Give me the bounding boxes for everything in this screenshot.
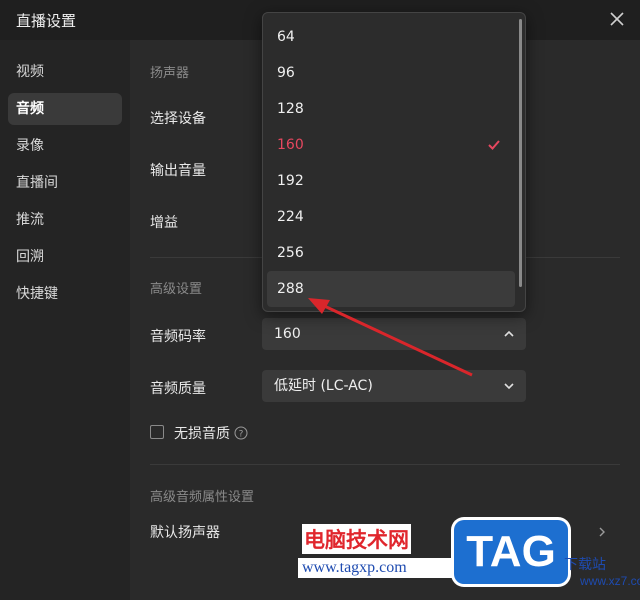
sidebar-item-label: 回溯 (16, 249, 44, 265)
sidebar-item-audio[interactable]: 音频 (8, 93, 122, 125)
option-label: 96 (277, 65, 295, 81)
dropdown-option-224[interactable]: 224 (267, 199, 515, 235)
dropdown-option-160[interactable]: 160 (267, 127, 515, 163)
dropdown-option-288[interactable]: 288 (267, 271, 515, 307)
sidebar-item-label: 直播间 (16, 175, 58, 191)
default-speaker-label[interactable]: 默认扬声器 (150, 522, 220, 542)
lossless-label: 无损音质 (174, 426, 230, 442)
output-volume-label: 输出音量 (150, 163, 206, 179)
chevron-up-icon (504, 330, 514, 337)
help-icon[interactable]: ? (234, 426, 248, 440)
option-label: 256 (277, 245, 304, 261)
option-label: 160 (277, 137, 304, 153)
dropdown-option-192[interactable]: 192 (267, 163, 515, 199)
close-icon[interactable] (606, 8, 628, 30)
bitrate-dropdown-menu: 64 96 128 160 192 224 256 288 (262, 12, 526, 312)
quality-select[interactable]: 低延时 (LC-AC) (262, 370, 526, 402)
advanced-section-title: 高级设置 (150, 282, 203, 297)
sidebar-item-label: 录像 (16, 138, 44, 154)
gain-label: 增益 (150, 215, 178, 231)
sidebar-item-label: 推流 (16, 212, 44, 228)
quality-value: 低延时 (LC-AC) (274, 378, 373, 394)
option-label: 224 (277, 209, 304, 225)
select-device-label: 选择设备 (150, 111, 206, 127)
dropdown-option-256[interactable]: 256 (267, 235, 515, 271)
sidebar-item-label: 音频 (16, 101, 44, 117)
option-label: 64 (277, 29, 295, 45)
advanced-audio-section-title: 高级音频属性设置 (150, 490, 255, 505)
chevron-down-icon (504, 383, 514, 390)
lossless-checkbox[interactable] (150, 425, 164, 439)
sidebar-item-video[interactable]: 视频 (8, 56, 122, 88)
divider (150, 464, 620, 465)
quality-label: 音频质量 (150, 381, 206, 397)
dropdown-option-96[interactable]: 96 (267, 55, 515, 91)
dropdown-scrollbar[interactable] (519, 19, 522, 287)
sidebar-item-replay[interactable]: 回溯 (8, 241, 122, 273)
dropdown-option-64[interactable]: 64 (267, 19, 515, 55)
window-title: 直播设置 (16, 12, 77, 30)
watermark-sub-text: 下载站 (564, 556, 606, 572)
sidebar-item-label: 视频 (16, 64, 44, 80)
watermark-sub-url: www.xz7.com (580, 574, 640, 588)
sidebar-item-stream[interactable]: 推流 (8, 204, 122, 236)
option-label: 128 (277, 101, 304, 117)
svg-text:?: ? (239, 430, 244, 440)
option-label: 288 (277, 281, 304, 297)
dropdown-option-128[interactable]: 128 (267, 91, 515, 127)
sidebar-item-recording[interactable]: 录像 (8, 130, 122, 162)
bitrate-select[interactable]: 160 (262, 318, 526, 350)
speaker-section-title: 扬声器 (150, 66, 190, 81)
bitrate-label: 音频码率 (150, 329, 206, 345)
check-icon (488, 140, 500, 150)
sidebar-item-label: 快捷键 (16, 286, 58, 302)
live-settings-window: 直播设置 视频 音频 录像 直播间 推流 回溯 快捷键 扬声器 选择设备 输出音… (0, 0, 640, 600)
watermark-site-url: www.tagxp.com (298, 558, 456, 578)
option-label: 192 (277, 173, 304, 189)
sidebar-item-live-room[interactable]: 直播间 (8, 167, 122, 199)
sidebar-item-shortcuts[interactable]: 快捷键 (8, 278, 122, 310)
watermark-site-name: 电脑技术网 (302, 524, 411, 554)
bitrate-value: 160 (274, 326, 301, 342)
watermark: 电脑技术网 www.tagxp.com TAG 下载站 www.xz7.com (296, 518, 640, 600)
settings-sidebar: 视频 音频 录像 直播间 推流 回溯 快捷键 (0, 40, 130, 600)
watermark-logo: TAG (454, 520, 568, 584)
